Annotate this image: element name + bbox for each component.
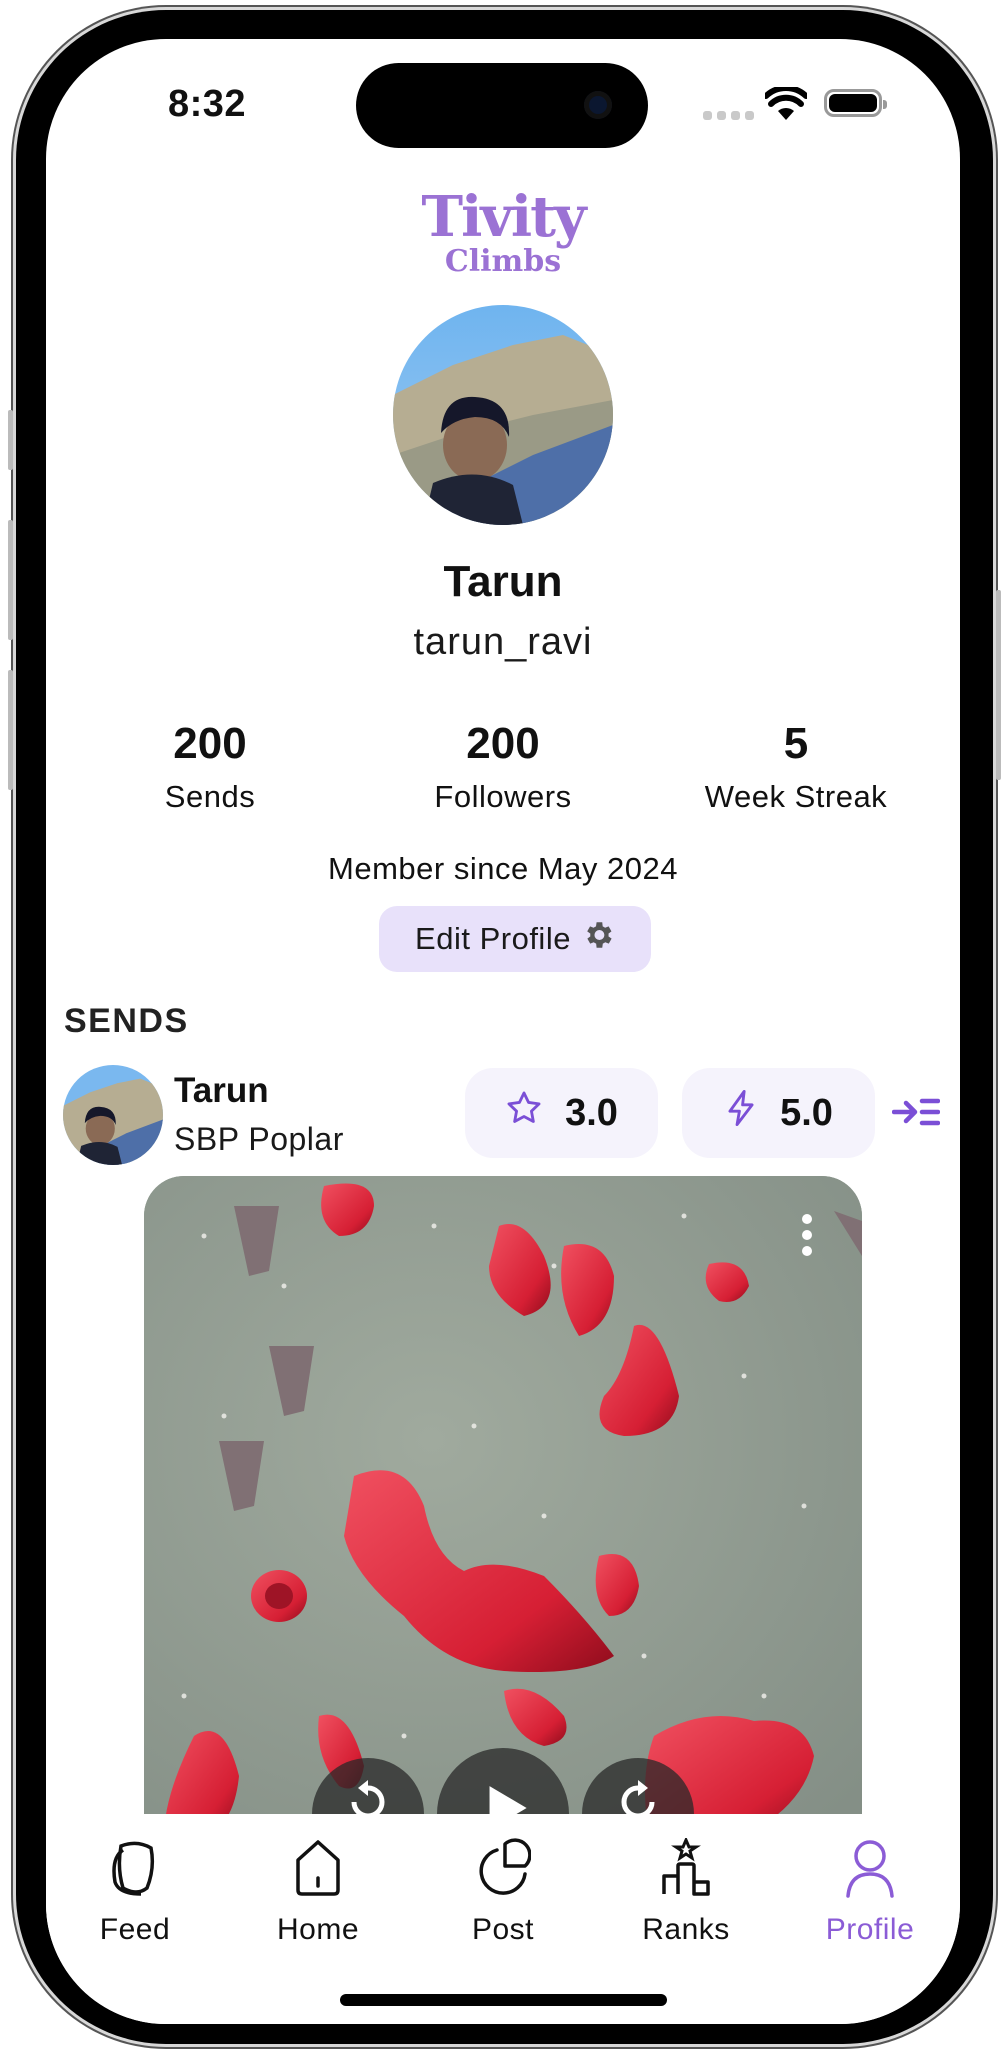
- ranks-podium-icon: [662, 1836, 710, 1896]
- star-icon: [505, 1089, 543, 1137]
- profile-user-icon: [846, 1840, 894, 1898]
- tab-label: Ranks: [642, 1913, 730, 1946]
- tab-post[interactable]: Post: [433, 1838, 573, 1947]
- app-screen: 8:32 Tivity Climbs Tarun tarun_ravi 200 …: [46, 39, 960, 2024]
- stat-value: 200: [173, 719, 247, 768]
- tab-ranks[interactable]: Ranks: [616, 1836, 756, 1947]
- logo-subtitle: Climbs: [444, 244, 562, 279]
- wifi-icon: [763, 85, 809, 126]
- stat-value: 5: [783, 719, 809, 768]
- edit-profile-button[interactable]: Edit Profile: [379, 906, 651, 972]
- send-user-avatar[interactable]: [63, 1065, 163, 1165]
- cellular-signal-icon: [703, 111, 754, 120]
- tab-label: Home: [276, 1913, 360, 1946]
- send-video[interactable]: [144, 1176, 862, 1836]
- home-icon: [296, 1840, 340, 1896]
- lightning-bolt-icon: [724, 1089, 758, 1137]
- stat-value: 200: [466, 719, 540, 768]
- tab-feed[interactable]: Feed: [65, 1838, 205, 1947]
- stat-label: Followers: [434, 779, 572, 814]
- feed-icon: [112, 1841, 155, 1896]
- post-icon: [479, 1838, 532, 1895]
- app-logo: Tivity Climbs: [46, 189, 960, 277]
- stat-label: Week Streak: [704, 779, 888, 814]
- member-since: Member since May 2024: [328, 851, 678, 886]
- mute-switch: [8, 410, 13, 470]
- tab-label: Post: [471, 1913, 535, 1946]
- gear-icon: [581, 918, 615, 960]
- logo-title: Tivity: [421, 184, 586, 250]
- battery-icon: [824, 89, 887, 117]
- home-indicator[interactable]: [340, 1994, 667, 2006]
- profile-name: Tarun: [443, 557, 563, 606]
- profile-avatar[interactable]: [393, 305, 613, 525]
- edit-profile-label: Edit Profile: [415, 921, 571, 956]
- send-gym-name: SBP Poplar: [174, 1121, 344, 1157]
- stat-week-streak[interactable]: 5 Week Streak: [646, 719, 946, 815]
- volume-up-button: [8, 520, 13, 640]
- stat-followers[interactable]: 200 Followers: [353, 719, 653, 815]
- difficulty-rating-value: 5.0: [780, 1091, 833, 1134]
- difficulty-rating-pill[interactable]: 5.0: [682, 1068, 875, 1158]
- expand-details-icon[interactable]: [891, 1097, 941, 1132]
- camera-icon: [584, 91, 612, 119]
- tab-profile[interactable]: Profile: [800, 1838, 940, 1947]
- quality-rating-value: 3.0: [565, 1091, 618, 1134]
- status-time: 8:32: [168, 83, 247, 125]
- power-button: [996, 590, 1001, 780]
- bottom-tab-bar: Feed Home Post Ranks Profile: [46, 1814, 960, 2024]
- tab-label: Profile: [825, 1913, 915, 1946]
- send-user-name[interactable]: Tarun: [174, 1071, 269, 1111]
- profile-username: tarun_ravi: [413, 621, 593, 663]
- sends-section-title: SENDS: [64, 1002, 189, 1040]
- dynamic-island: [356, 63, 648, 148]
- volume-down-button: [8, 670, 13, 790]
- stat-label: Sends: [164, 779, 256, 814]
- tab-label: Feed: [99, 1913, 171, 1946]
- stat-sends[interactable]: 200 Sends: [60, 719, 360, 815]
- climbing-wall-image: [144, 1176, 862, 1836]
- tab-home[interactable]: Home: [248, 1838, 388, 1947]
- quality-rating-pill[interactable]: 3.0: [465, 1068, 658, 1158]
- more-options-icon[interactable]: [802, 1214, 812, 1256]
